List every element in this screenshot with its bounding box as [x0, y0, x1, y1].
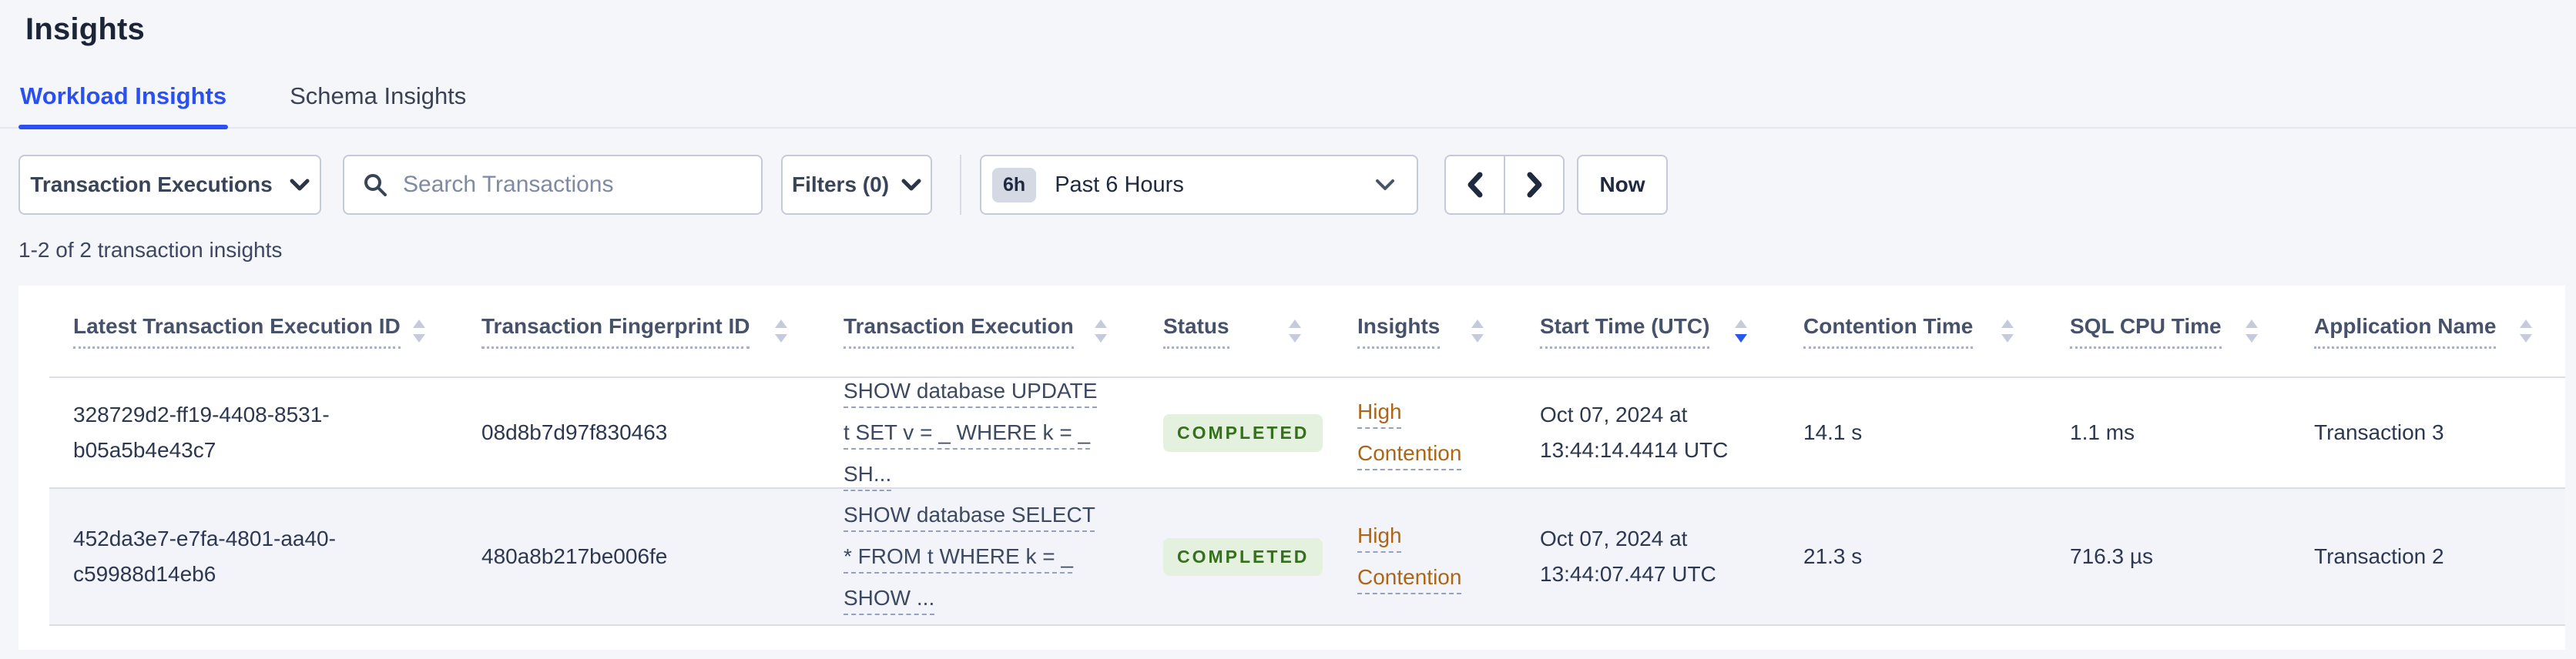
- latest-transaction-execution-id: 328729d2-ff19-4408-8531-b05a5b4e43c7: [73, 403, 330, 462]
- column-header-transaction-execution[interactable]: Transaction Execution: [820, 314, 1139, 349]
- sort-icon[interactable]: [2518, 318, 2534, 344]
- application-name: Transaction 2: [2314, 544, 2444, 568]
- table-header-row: Latest Transaction Execution ID Transact…: [49, 286, 2565, 378]
- transaction-execution-link[interactable]: SHOW database SELECT * FROM t WHERE k = …: [844, 494, 1105, 619]
- transaction-fingerprint-id: 08d8b7d97f830463: [481, 420, 668, 444]
- search-input[interactable]: [401, 171, 740, 199]
- insights-table: Latest Transaction Execution ID Transact…: [18, 286, 2565, 650]
- tab-workload-insights[interactable]: Workload Insights: [18, 82, 229, 129]
- now-button[interactable]: Now: [1577, 155, 1668, 215]
- filters-button-label: Filters (0): [791, 172, 890, 196]
- sort-icon-active-desc[interactable]: [1733, 318, 1749, 344]
- sort-icon[interactable]: [1470, 318, 1485, 344]
- toolbar-divider: [960, 155, 961, 215]
- column-header-transaction-fingerprint-id[interactable]: Transaction Fingerprint ID: [458, 314, 820, 349]
- tab-workload-insights-label: Workload Insights: [20, 82, 227, 109]
- tab-schema-insights[interactable]: Schema Insights: [288, 82, 468, 127]
- page-title: Insights: [25, 12, 145, 46]
- toolbar: Transaction Executions Filters (0) 6h Pa…: [0, 155, 2576, 215]
- sort-icon[interactable]: [2000, 318, 2015, 344]
- insight-type-dropdown[interactable]: Transaction Executions: [18, 155, 321, 215]
- column-header-contention-time[interactable]: Contention Time: [1779, 314, 2046, 349]
- chevron-right-icon: [1527, 172, 1541, 198]
- start-time: Oct 07, 2024 at 13:44:14.4414 UTC: [1540, 403, 1729, 462]
- tab-bar: Workload Insights Schema Insights: [0, 82, 2576, 129]
- start-time: Oct 07, 2024 at 13:44:07.447 UTC: [1540, 527, 1716, 586]
- sort-icon[interactable]: [773, 318, 789, 344]
- table-row: 452da3e7-e7fa-4801-aa40-c59988d14eb6 480…: [49, 489, 2565, 626]
- contention-time: 21.3 s: [1803, 544, 1863, 568]
- insight-type-dropdown-label: Transaction Executions: [30, 172, 273, 196]
- column-header-application-name[interactable]: Application Name: [2290, 314, 2564, 349]
- column-header-status[interactable]: Status: [1139, 314, 1333, 349]
- sql-cpu-time: 1.1 ms: [2070, 420, 2135, 444]
- now-button-label: Now: [1599, 172, 1645, 196]
- column-header-start-time[interactable]: Start Time (UTC): [1516, 314, 1779, 349]
- search-box[interactable]: [343, 155, 763, 215]
- filters-button[interactable]: Filters (0): [781, 155, 932, 215]
- time-range-label: Past 6 Hours: [1055, 172, 1184, 197]
- status-badge: COMPLETED: [1163, 413, 1323, 452]
- chevron-down-icon: [901, 179, 921, 191]
- sql-cpu-time: 716.3 µs: [2070, 544, 2153, 568]
- chevron-down-icon: [1376, 179, 1394, 190]
- sort-icon[interactable]: [411, 318, 427, 344]
- latest-transaction-execution-id: 452da3e7-e7fa-4801-aa40-c59988d14eb6: [73, 527, 336, 586]
- insights-page: Insights Workload Insights Schema Insigh…: [0, 0, 2576, 659]
- sort-icon[interactable]: [1093, 318, 1109, 344]
- insight-link[interactable]: High Contention: [1357, 391, 1485, 474]
- insight-link[interactable]: High Contention: [1357, 515, 1485, 598]
- time-nav-arrows: [1444, 155, 1565, 215]
- time-forward-button[interactable]: [1504, 155, 1565, 215]
- sort-icon[interactable]: [2244, 318, 2259, 344]
- sort-icon[interactable]: [1287, 318, 1303, 344]
- time-range-badge: 6h: [992, 167, 1037, 202]
- time-range-picker[interactable]: 6h Past 6 Hours: [980, 155, 1418, 215]
- chevron-down-icon: [290, 179, 310, 191]
- column-header-insights[interactable]: Insights: [1333, 314, 1516, 349]
- status-badge: COMPLETED: [1163, 537, 1323, 576]
- column-header-latest-transaction-execution-id[interactable]: Latest Transaction Execution ID: [49, 314, 458, 349]
- transaction-execution-link[interactable]: SHOW database UPDATE t SET v = _ WHERE k…: [844, 370, 1105, 495]
- table-row: 328729d2-ff19-4408-8531-b05a5b4e43c7 08d…: [49, 378, 2565, 489]
- time-back-button[interactable]: [1444, 155, 1504, 215]
- tab-schema-insights-label: Schema Insights: [290, 82, 467, 109]
- column-header-sql-cpu-time[interactable]: SQL CPU Time: [2046, 314, 2290, 349]
- contention-time: 14.1 s: [1803, 420, 1863, 444]
- transaction-fingerprint-id: 480a8b217be006fe: [481, 544, 668, 568]
- application-name: Transaction 3: [2314, 420, 2444, 444]
- results-count: 1-2 of 2 transaction insights: [18, 238, 283, 262]
- search-icon: [364, 174, 387, 196]
- chevron-left-icon: [1467, 172, 1482, 198]
